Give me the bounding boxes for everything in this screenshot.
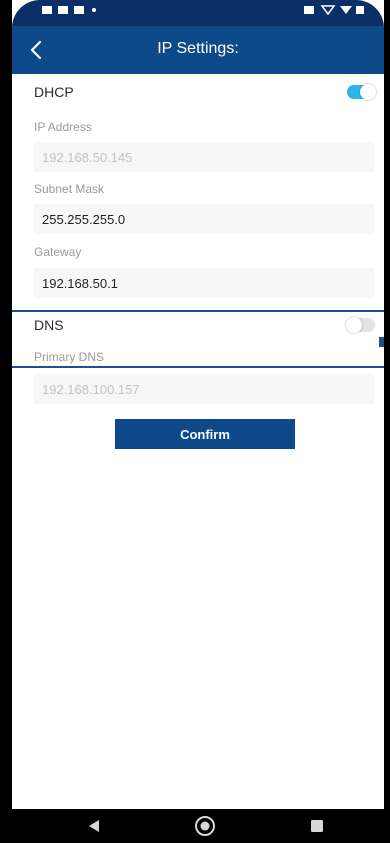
system-nav-bar — [12, 809, 384, 843]
page-title: IP Settings: — [157, 40, 239, 57]
dhcp-toggle[interactable] — [347, 84, 376, 100]
device-bezel-right — [384, 0, 390, 843]
status-system-icons — [304, 5, 364, 16]
dns-label: DNS — [34, 317, 64, 333]
toggle-knob — [360, 84, 376, 100]
device-bezel-left — [0, 0, 12, 843]
square-recents-icon — [311, 820, 323, 832]
dhcp-label: DHCP — [34, 84, 74, 100]
primary-dns-field[interactable] — [34, 374, 374, 404]
nav-home-button[interactable] — [193, 815, 217, 837]
nav-back-button[interactable] — [82, 815, 106, 837]
status-icons-right — [304, 4, 364, 21]
subnet-mask-field[interactable] — [34, 204, 374, 234]
ip-address-label: IP Address — [34, 120, 92, 134]
confirm-button[interactable]: Confirm — [115, 419, 295, 449]
triangle-back-icon — [89, 820, 99, 832]
status-bar — [12, 0, 384, 26]
dns-toggle[interactable] — [346, 317, 375, 333]
primary-dns-label: Primary DNS — [34, 350, 105, 364]
toggle-knob — [346, 317, 362, 333]
status-notification-icons — [42, 6, 96, 14]
subnet-mask-label: Subnet Mask — [34, 182, 105, 196]
ip-address-field[interactable] — [34, 142, 374, 172]
circle-home-icon — [195, 816, 215, 836]
ip-settings-form: DHCP IP Address Subnet Mask Gateway DNS … — [12, 74, 384, 809]
app-screen: IP Settings: DHCP IP Address Subnet Mask… — [12, 0, 384, 843]
phone-device: IP Settings: DHCP IP Address Subnet Mask… — [0, 0, 390, 843]
status-icons-left — [42, 4, 102, 21]
nav-recents-button[interactable] — [305, 815, 329, 837]
gateway-field[interactable] — [34, 268, 374, 298]
app-header: IP Settings: — [12, 26, 384, 74]
gateway-label: Gateway — [34, 245, 82, 259]
